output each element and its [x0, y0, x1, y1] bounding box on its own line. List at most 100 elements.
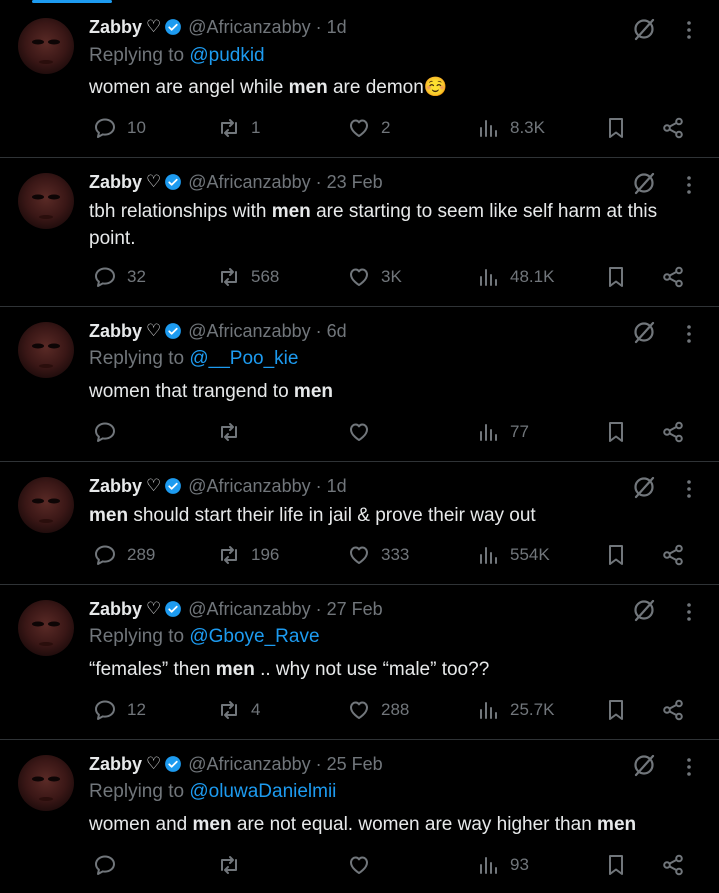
display-name[interactable]: Zabby	[89, 321, 142, 342]
tweet[interactable]: Zabby ♡ @Africanzabby · 1d Replying to @…	[0, 0, 719, 158]
repost-icon	[221, 701, 237, 719]
bookmark-button[interactable]	[604, 115, 628, 141]
share-icon	[663, 421, 683, 443]
repost-button[interactable]: 1	[217, 115, 260, 141]
views-button[interactable]: 77	[476, 419, 529, 445]
replying-to: Replying to @oluwaDanielmii	[89, 781, 336, 803]
grok-icon[interactable]	[631, 319, 657, 345]
tweet-actions: 10 1 2 8.3K	[0, 115, 719, 141]
bookmark-button[interactable]	[604, 852, 628, 878]
reply-button[interactable]: 289	[93, 542, 155, 568]
grok-icon[interactable]	[631, 597, 657, 623]
avatar[interactable]	[18, 755, 74, 811]
handle-and-time[interactable]: @Africanzabby · 1d	[188, 17, 346, 38]
replying-to-label: Replying to	[89, 45, 185, 66]
bookmark-icon	[609, 267, 623, 287]
like-button[interactable]: 288	[347, 697, 409, 723]
tweet[interactable]: Zabby ♡ @Africanzabby · 6d Replying to @…	[0, 307, 719, 462]
replying-to: Replying to @Gboye_Rave	[89, 626, 320, 648]
share-button[interactable]	[661, 542, 685, 568]
views-count: 77	[510, 422, 529, 441]
bookmark-button[interactable]	[604, 264, 628, 290]
tweet-text: women and men are not equal. women are w…	[89, 814, 637, 835]
display-name[interactable]: Zabby	[89, 476, 142, 497]
reply-mention-link[interactable]: @oluwaDanielmii	[189, 781, 336, 802]
repost-button[interactable]: 4	[217, 697, 260, 723]
more-options-icon[interactable]	[682, 756, 696, 778]
like-button[interactable]	[347, 419, 381, 445]
handle-and-time[interactable]: @Africanzabby · 23 Feb	[188, 172, 382, 193]
reply-button[interactable]: 12	[93, 697, 146, 723]
share-button[interactable]	[661, 419, 685, 445]
display-name[interactable]: Zabby	[89, 754, 142, 775]
bookmark-button[interactable]	[604, 697, 628, 723]
bookmark-button[interactable]	[604, 419, 628, 445]
tweet[interactable]: Zabby ♡ @Africanzabby · 27 Feb Replying …	[0, 585, 719, 740]
reply-mention-link[interactable]: @pudkid	[189, 45, 264, 66]
reply-button[interactable]: 32	[93, 264, 146, 290]
more-options-icon[interactable]	[682, 478, 696, 500]
reply-count: 10	[127, 118, 146, 137]
share-button[interactable]	[661, 264, 685, 290]
handle-and-time[interactable]: @Africanzabby · 6d	[188, 321, 346, 342]
more-options-icon[interactable]	[682, 174, 696, 196]
verified-badge-icon	[165, 323, 182, 339]
views-chart-icon	[480, 120, 497, 137]
avatar[interactable]	[18, 477, 74, 533]
like-button[interactable]: 333	[347, 542, 409, 568]
handle-and-time[interactable]: @Africanzabby · 27 Feb	[188, 599, 382, 620]
tweet[interactable]: Zabby ♡ @Africanzabby · 23 Feb tbh relat…	[0, 158, 719, 307]
bookmark-button[interactable]	[604, 542, 628, 568]
avatar[interactable]	[18, 600, 74, 656]
repost-button[interactable]	[217, 852, 251, 878]
views-count: 8.3K	[510, 118, 545, 137]
display-name[interactable]: Zabby	[89, 172, 142, 193]
share-button[interactable]	[661, 852, 685, 878]
bookmark-icon	[609, 700, 623, 720]
tweet-header: Zabby ♡ @Africanzabby · 25 Feb	[89, 752, 383, 776]
grok-icon[interactable]	[631, 170, 657, 196]
more-options-icon[interactable]	[682, 323, 696, 345]
avatar[interactable]	[18, 18, 74, 74]
reply-button[interactable]	[93, 852, 127, 878]
views-count: 25.7K	[510, 700, 555, 719]
like-button[interactable]: 2	[347, 115, 390, 141]
share-button[interactable]	[661, 115, 685, 141]
handle-and-time[interactable]: @Africanzabby · 25 Feb	[188, 754, 382, 775]
avatar[interactable]	[18, 173, 74, 229]
grok-icon[interactable]	[631, 752, 657, 778]
tweet[interactable]: Zabby ♡ @Africanzabby · 25 Feb Replying …	[0, 740, 719, 893]
tweet-header: Zabby ♡ @Africanzabby · 1d	[89, 15, 347, 39]
display-name[interactable]: Zabby	[89, 17, 142, 38]
views-button[interactable]: 554K	[476, 542, 550, 568]
grok-icon[interactable]	[631, 474, 657, 500]
views-button[interactable]: 25.7K	[476, 697, 554, 723]
repost-button[interactable]: 196	[217, 542, 279, 568]
like-count: 333	[381, 545, 410, 564]
repost-button[interactable]	[217, 419, 251, 445]
tweet-actions: 32 568 3K 48.1K	[0, 264, 719, 290]
verified-badge-icon	[165, 756, 182, 772]
repost-count: 196	[251, 545, 280, 564]
reply-mention-link[interactable]: @Gboye_Rave	[189, 626, 319, 647]
grok-icon[interactable]	[631, 16, 657, 42]
like-heart-icon	[350, 423, 368, 441]
like-button[interactable]	[347, 852, 381, 878]
reply-button[interactable]: 10	[93, 115, 146, 141]
views-button[interactable]: 48.1K	[476, 264, 554, 290]
views-button[interactable]: 8.3K	[476, 115, 545, 141]
reply-mention-link[interactable]: @__Poo_kie	[189, 348, 298, 369]
repost-icon	[221, 423, 237, 441]
share-button[interactable]	[661, 697, 685, 723]
avatar[interactable]	[18, 322, 74, 378]
tweet[interactable]: Zabby ♡ @Africanzabby · 1d men should st…	[0, 462, 719, 585]
views-button[interactable]: 93	[476, 852, 529, 878]
more-options-icon[interactable]	[682, 19, 696, 41]
handle-and-time[interactable]: @Africanzabby · 1d	[188, 476, 346, 497]
repost-button[interactable]: 568	[217, 264, 279, 290]
reply-button[interactable]	[93, 419, 127, 445]
reply-icon	[95, 267, 115, 287]
like-button[interactable]: 3K	[347, 264, 402, 290]
more-options-icon[interactable]	[682, 601, 696, 623]
display-name[interactable]: Zabby	[89, 599, 142, 620]
